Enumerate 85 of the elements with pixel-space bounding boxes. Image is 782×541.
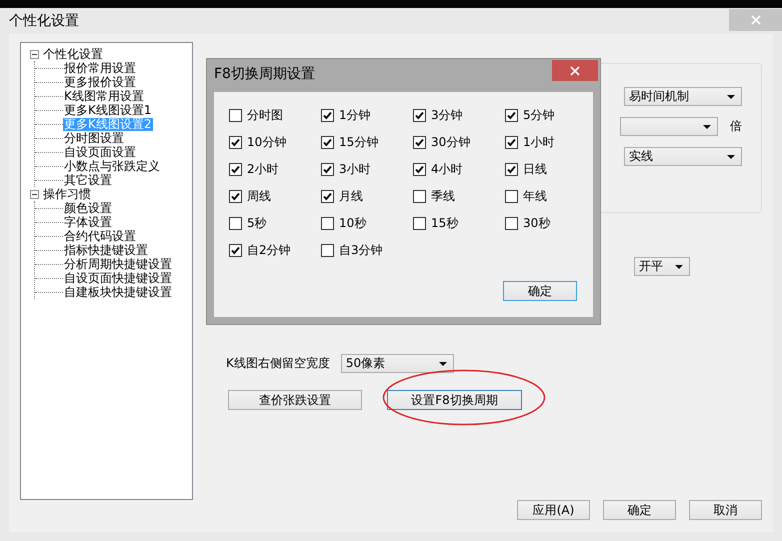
close-button[interactable] (552, 60, 598, 81)
tree-item[interactable]: 自建板块快捷键设置 (63, 286, 173, 298)
checkbox-label: 15秒 (431, 215, 458, 232)
tree-item[interactable]: 报价常用设置 (63, 62, 137, 74)
tree-item[interactable]: 自设页面快捷键设置 (63, 272, 173, 284)
checkbox-label: 1分钟 (339, 107, 371, 124)
tree-item[interactable]: 操作习惯 (42, 187, 92, 201)
checkbox[interactable] (321, 217, 334, 230)
field-label: K线图右侧留空宽度 (226, 355, 330, 372)
checkbox[interactable] (321, 244, 334, 257)
checkbox[interactable] (413, 163, 426, 176)
tree-item[interactable]: 个性化设置 (42, 47, 104, 61)
checkbox-label: 10秒 (339, 215, 366, 232)
checkbox[interactable] (505, 109, 518, 122)
window-title: 个性化设置 (8, 12, 79, 30)
dropdown-arrow-icon (438, 362, 447, 366)
unit-label: 倍 (730, 118, 742, 135)
checkbox[interactable] (505, 136, 518, 149)
checkbox-label: 周线 (247, 188, 271, 205)
dialog-button[interactable]: 确定 (603, 500, 676, 520)
tree-item[interactable]: K线图常用设置 (63, 90, 145, 102)
checkbox-label: 30分钟 (431, 134, 470, 151)
checkbox-label: 3小时 (339, 161, 371, 178)
checkbox[interactable] (413, 109, 426, 122)
checkbox-label: 年线 (523, 188, 547, 205)
checkbox-label: 30秒 (523, 215, 550, 232)
tree-item[interactable]: 合约代码设置 (63, 230, 137, 242)
checkbox[interactable] (505, 190, 518, 203)
tree-item[interactable]: 分析周期快捷键设置 (63, 258, 173, 270)
checkbox-label: 2小时 (247, 161, 279, 178)
dialog-button[interactable]: 应用(A) (517, 500, 590, 520)
tree-item[interactable]: 指标快捷键设置 (63, 244, 149, 256)
checkbox-label: 10分钟 (247, 134, 286, 151)
settings-button[interactable]: 查价张跌设置 (228, 390, 362, 410)
dropdown-arrow-icon (727, 154, 735, 158)
checkbox-label: 月线 (339, 188, 363, 205)
checkbox[interactable] (229, 244, 242, 257)
checkbox[interactable] (321, 136, 334, 149)
checkbox-label: 3分钟 (431, 107, 463, 124)
collapse-icon[interactable] (30, 50, 39, 58)
dropdown[interactable]: 实线 (624, 147, 742, 166)
checkbox[interactable] (413, 136, 426, 149)
checkbox[interactable] (321, 163, 334, 176)
dialog-button[interactable]: 取消 (689, 500, 762, 520)
settings-button[interactable]: 设置F8切换周期 (387, 390, 522, 410)
dropdown-arrow-icon (703, 124, 711, 128)
checkbox-label: 1小时 (523, 134, 555, 151)
tree-item[interactable]: 小数点与张跌定义 (63, 160, 161, 172)
checkbox[interactable] (229, 190, 242, 203)
checkbox[interactable] (229, 163, 242, 176)
close-icon (750, 15, 760, 25)
tree-item[interactable]: 更多报价设置 (63, 76, 137, 88)
checkbox[interactable] (229, 217, 242, 230)
tree-item[interactable]: 自设页面设置 (63, 146, 137, 158)
checkbox-label: 自3分钟 (339, 242, 383, 259)
checkbox[interactable] (229, 136, 242, 149)
dropdown[interactable]: 50像素 (340, 354, 454, 373)
checkbox[interactable] (321, 190, 334, 203)
checkbox-label: 4小时 (431, 161, 463, 178)
checkbox-label: 日线 (523, 161, 547, 178)
checkbox-label: 5分钟 (523, 107, 555, 124)
dropdown-arrow-icon (675, 264, 683, 268)
dropdown[interactable]: 易时间机制 (624, 87, 742, 106)
dialog-title: F8切换周期设置 (214, 65, 315, 83)
close-icon (570, 66, 580, 76)
ok-button[interactable]: 确定 (503, 281, 577, 301)
tree-item[interactable]: 颜色设置 (63, 202, 113, 214)
checkbox[interactable] (413, 217, 426, 230)
checkbox-label: 5秒 (247, 215, 267, 232)
checkbox[interactable] (413, 190, 426, 203)
checkbox-label: 自2分钟 (247, 242, 291, 259)
tree-item[interactable]: 更多K线图设置1 (63, 104, 153, 116)
tree-item[interactable]: 分时图设置 (63, 132, 125, 144)
checkbox-label: 15分钟 (339, 134, 378, 151)
dropdown-arrow-icon (727, 94, 735, 98)
dropdown[interactable]: 开平 (634, 257, 690, 276)
checkbox[interactable] (321, 109, 334, 122)
checkbox-label: 分时图 (247, 107, 283, 124)
checkbox[interactable] (505, 217, 518, 230)
tree-item[interactable]: 字体设置 (63, 216, 113, 228)
checkbox-label: 季线 (431, 188, 455, 205)
collapse-icon[interactable] (30, 190, 39, 198)
checkbox[interactable] (505, 163, 518, 176)
tree-item[interactable]: 其它设置 (63, 174, 113, 186)
checkbox[interactable] (229, 109, 242, 122)
